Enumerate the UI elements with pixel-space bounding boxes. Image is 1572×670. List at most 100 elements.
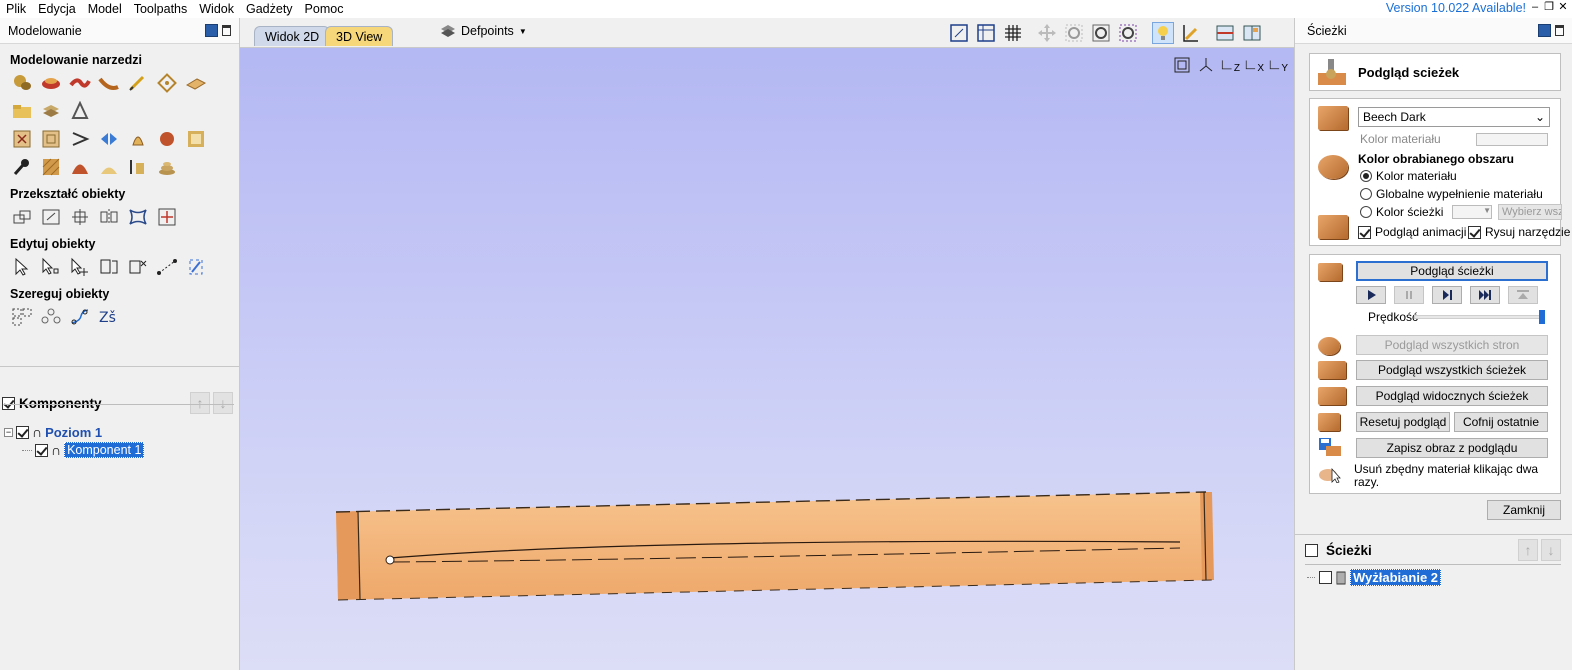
offset-icon[interactable] bbox=[184, 256, 208, 278]
animation-checkbox[interactable] bbox=[1358, 225, 1371, 239]
play-button[interactable] bbox=[1356, 286, 1386, 304]
lighting-icon[interactable] bbox=[1152, 22, 1174, 44]
speed-slider[interactable] bbox=[1414, 310, 1545, 324]
version-available-link[interactable]: Version 10.022 Available! bbox=[1386, 0, 1526, 16]
toggle-ruler-icon[interactable] bbox=[975, 22, 997, 44]
radio-global-fill[interactable]: Globalne wypełnienie materiału bbox=[1360, 187, 1543, 201]
texture-icon[interactable] bbox=[126, 128, 150, 150]
layer-dropdown[interactable]: Defpoints ▼ bbox=[440, 24, 527, 38]
fast-forward-button[interactable] bbox=[1470, 286, 1500, 304]
sculpt-icon[interactable] bbox=[126, 72, 150, 94]
arch-icon[interactable] bbox=[97, 156, 121, 178]
select-all-button[interactable]: Wybierz wszy bbox=[1498, 204, 1562, 220]
split-view-icon[interactable] bbox=[1214, 22, 1236, 44]
copy-along-path-icon[interactable] bbox=[68, 306, 92, 328]
sphere-icon[interactable] bbox=[155, 128, 179, 150]
toolpath-list-item[interactable]: Wyżłabianie 2 bbox=[1307, 569, 1442, 586]
distort-icon[interactable] bbox=[68, 100, 92, 122]
menu-model[interactable]: Model bbox=[82, 0, 128, 18]
menu-gadzety[interactable]: Gadżety bbox=[240, 0, 299, 18]
move-icon[interactable] bbox=[10, 206, 34, 228]
radio-material-color[interactable]: Kolor materiału bbox=[1360, 169, 1457, 183]
pin-right-icon[interactable] bbox=[1555, 25, 1564, 36]
toolpath-color-dropdown[interactable]: ▼ bbox=[1452, 205, 1492, 219]
material-color-swatch[interactable] bbox=[1476, 133, 1548, 146]
wrench-icon[interactable] bbox=[10, 156, 34, 178]
restore-icon[interactable]: ❐ bbox=[1542, 0, 1556, 16]
tab-2d-view[interactable]: Widok 2D bbox=[254, 26, 331, 46]
menu-edycja[interactable]: Edycja bbox=[32, 0, 82, 18]
tile-view-icon[interactable] bbox=[1241, 22, 1263, 44]
menu-widok[interactable]: Widok bbox=[193, 0, 240, 18]
tree-level-label[interactable]: Poziom 1 bbox=[45, 425, 102, 440]
menu-plik[interactable]: Plik bbox=[0, 0, 32, 18]
distort-object-icon[interactable] bbox=[126, 206, 150, 228]
mirror-object-icon[interactable] bbox=[97, 206, 121, 228]
dome-icon[interactable] bbox=[68, 156, 92, 178]
material-select[interactable]: Beech Dark ⌄ bbox=[1358, 107, 1550, 127]
toolpath-item-checkbox[interactable] bbox=[1319, 571, 1332, 584]
menu-toolpaths[interactable]: Toolpaths bbox=[128, 0, 194, 18]
draw-tool-checkbox[interactable] bbox=[1468, 225, 1481, 239]
step-button[interactable] bbox=[1432, 286, 1462, 304]
undo-last-button[interactable]: Cofnij ostatnie bbox=[1454, 412, 1548, 432]
open-folder-icon[interactable] bbox=[10, 100, 34, 122]
height-icon[interactable] bbox=[126, 156, 150, 178]
3d-viewport[interactable]: Z X Y bbox=[240, 48, 1294, 670]
scale-model-icon[interactable] bbox=[10, 128, 34, 150]
resize-icon[interactable] bbox=[39, 206, 63, 228]
shape-editor-icon[interactable] bbox=[10, 72, 34, 94]
extrude-icon[interactable] bbox=[39, 72, 63, 94]
transform-mode-icon[interactable] bbox=[68, 256, 92, 278]
tree-component-label[interactable]: Komponent 1 bbox=[64, 442, 145, 458]
pattern-icon[interactable] bbox=[39, 156, 63, 178]
frame-icon[interactable] bbox=[184, 128, 208, 150]
pause-button[interactable] bbox=[1394, 286, 1424, 304]
two-rail-sweep-icon[interactable] bbox=[97, 72, 121, 94]
tool-up-button[interactable] bbox=[1508, 286, 1538, 304]
smooth-icon[interactable] bbox=[68, 128, 92, 150]
zoom-box-icon[interactable] bbox=[1063, 22, 1085, 44]
stack-icon[interactable] bbox=[155, 156, 179, 178]
create-shape-icon[interactable] bbox=[155, 72, 179, 94]
tool-height-icon[interactable] bbox=[1179, 22, 1201, 44]
dock-icon[interactable] bbox=[205, 24, 218, 37]
align-grid-icon[interactable] bbox=[10, 306, 34, 328]
plane-icon[interactable] bbox=[184, 72, 208, 94]
toolpaths-visibility-checkbox[interactable] bbox=[1305, 543, 1318, 557]
fade-icon[interactable] bbox=[39, 128, 63, 150]
reset-preview-button[interactable]: Resetuj podgląd bbox=[1356, 412, 1450, 432]
interactive-edit-icon[interactable] bbox=[97, 256, 121, 278]
preview-all-sides-button[interactable]: Podgląd wszystkich stron bbox=[1356, 335, 1548, 355]
sweep-icon[interactable] bbox=[68, 72, 92, 94]
speed-slider-thumb[interactable] bbox=[1539, 310, 1545, 324]
toolpath-item-label[interactable]: Wyżłabianie 2 bbox=[1350, 569, 1442, 586]
save-image-button[interactable]: Zapisz obraz z podglądu bbox=[1356, 438, 1548, 458]
zoom-in-icon[interactable] bbox=[1090, 22, 1112, 44]
move-up-button[interactable]: ↑ bbox=[190, 392, 210, 414]
center-object-icon[interactable] bbox=[155, 206, 179, 228]
close-panel-button[interactable]: Zamknij bbox=[1487, 500, 1561, 520]
preview-visible-paths-button[interactable]: Podgląd widocznych ścieżek bbox=[1356, 386, 1548, 406]
delete-object-icon[interactable] bbox=[126, 256, 150, 278]
radio-toolpath-color[interactable]: Kolor ścieżki bbox=[1360, 205, 1443, 219]
zoom-extents-icon[interactable] bbox=[948, 22, 970, 44]
preview-path-button[interactable]: Podgląd ścieżki bbox=[1356, 261, 1548, 281]
preview-all-paths-button[interactable]: Podgląd wszystkich ścieżek bbox=[1356, 360, 1548, 380]
select-icon[interactable] bbox=[10, 256, 34, 278]
nesting-icon[interactable]: Zš bbox=[97, 306, 121, 328]
component-visibility-checkbox[interactable] bbox=[35, 443, 48, 457]
toolpath-move-up-button[interactable]: ↑ bbox=[1518, 539, 1538, 561]
tab-3d-view[interactable]: 3D View bbox=[325, 26, 394, 46]
grid-icon[interactable] bbox=[1002, 22, 1024, 44]
layers-icon[interactable] bbox=[39, 100, 63, 122]
align-icon[interactable] bbox=[68, 206, 92, 228]
pan-icon[interactable] bbox=[1036, 22, 1058, 44]
move-down-button[interactable]: ↓ bbox=[213, 392, 233, 414]
node-edit-icon[interactable] bbox=[39, 256, 63, 278]
dock-right-icon[interactable] bbox=[1538, 24, 1551, 37]
toolpath-move-down-button[interactable]: ↓ bbox=[1541, 539, 1561, 561]
zoom-selected-icon[interactable] bbox=[1117, 22, 1139, 44]
minimize-icon[interactable]: – bbox=[1528, 0, 1542, 16]
close-window-icon[interactable]: ✕ bbox=[1556, 0, 1570, 16]
